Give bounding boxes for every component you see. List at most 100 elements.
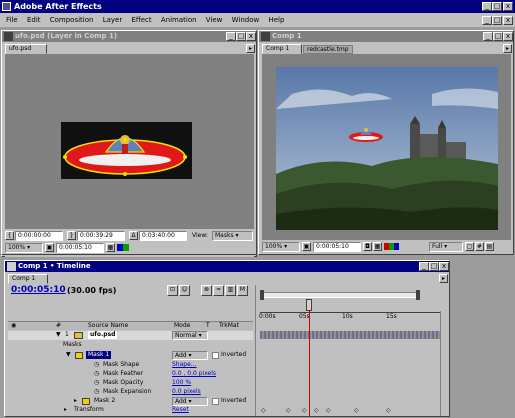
comp-channel-icon[interactable]: ▦ [373,242,382,251]
app-maximize-button[interactable]: □ [492,2,502,11]
stopwatch-icon[interactable]: ◷ [94,370,99,378]
time-navigator[interactable] [260,292,420,298]
layer-window-titlebar[interactable]: ufo.psd (Layer in Comp 1) [2,31,256,42]
twirl-icon[interactable]: ▼ [56,331,61,339]
prop-mask-shape[interactable]: ◷ Mask Shape Shape... [8,361,253,370]
tab-ufo-psd[interactable]: ufo.psd [5,44,47,54]
layer-mode-select[interactable]: Normal ▾ [172,331,208,340]
comp-window-titlebar[interactable]: Comp 1 [259,31,513,42]
menu-window[interactable]: Window [232,13,260,27]
transform-row[interactable]: ▸ Transform Reset [8,406,253,415]
duration-field[interactable]: 0:03:40:00 [139,231,187,241]
comp-camera-icon[interactable]: ◘ [363,242,372,251]
mask-1-name[interactable]: Mask 1 [86,351,112,359]
transform-reset-link[interactable]: Reset [172,406,189,414]
menu-restore-button[interactable]: □ [492,16,502,25]
layer-snapshot-icon[interactable]: ▣ [45,243,54,252]
menu-minimize-button[interactable]: _ [482,16,492,25]
graph-icon[interactable]: ▥ [225,285,236,296]
comp-current-time[interactable]: 0:00:05:10 [313,242,361,252]
layer-duration-bar[interactable] [260,331,440,339]
current-time-indicator[interactable] [309,310,310,416]
stopwatch-icon[interactable]: ◷ [94,388,99,396]
motion-blur-icon[interactable]: ≈ [213,285,224,296]
comp-snapshot-icon[interactable]: ▣ [302,242,311,251]
comp-region-icon[interactable]: ▢ [465,242,474,251]
out-time-field[interactable]: 0:00:39:29 [77,231,125,241]
comp-marker-icon[interactable]: ⊡ [167,285,178,296]
keyframe-icon[interactable]: ◇ [302,407,307,415]
layer-name[interactable]: ufo.psd [88,331,118,339]
keyframe-icon[interactable]: ◇ [286,407,291,415]
comp-zoom-select[interactable]: 100% ▾ [262,242,300,252]
layer-current-time[interactable]: 0:00:05:10 [56,243,104,253]
mask-2-row[interactable]: ▸ Mask 2 Add ▾ Inverted [8,397,253,406]
timeline-titlebar[interactable]: Comp 1 • Timeline [5,261,449,272]
layer-region-icon[interactable]: ▦ [106,243,115,252]
tab-comp-1[interactable]: Comp 1 [262,44,302,54]
layer-window-close[interactable]: x [246,32,256,41]
menu-layer[interactable]: Layer [103,13,123,27]
menu-file[interactable]: File [6,13,18,27]
comp-pixel-aspect-icon[interactable]: ▤ [485,242,494,251]
timeline-maximize[interactable]: □ [429,262,439,271]
timeline-current-time[interactable]: 0:00:05:10 [11,285,66,296]
stopwatch-icon[interactable]: ◷ [94,379,99,387]
timeline-track-area[interactable]: 0:00s 05s 10s 15s ◇ ◇ ◇ ◇ ◇ ◇ ◇ [255,285,448,416]
menu-help[interactable]: Help [268,13,284,27]
menu-effect[interactable]: Effect [131,13,151,27]
set-out-point-button[interactable]: } [67,231,76,240]
work-area-end[interactable] [440,311,441,416]
menu-composition[interactable]: Composition [50,13,94,27]
timeline-minimize[interactable]: _ [419,262,429,271]
prop-mask-opacity[interactable]: ◷ Mask Opacity 100 % [8,379,253,388]
mask-1-row[interactable]: ▼ Mask 1 Add ▾ Inverted [8,351,253,360]
tab-timeline-comp-1[interactable]: Comp 1 [8,274,48,284]
keyframe-icon[interactable]: ◇ [314,407,319,415]
keyframe-icon[interactable]: ◇ [386,407,391,415]
in-time-field[interactable]: 0:00:00:00 [15,231,63,241]
masks-label[interactable]: Masks [63,341,82,349]
menu-edit[interactable]: Edit [27,13,41,27]
comp-window-minimize[interactable]: _ [483,32,493,41]
layer-window-menu-button[interactable]: ▸ [246,44,255,53]
comp-grid-icon[interactable]: # [475,242,484,251]
prop-value[interactable]: 0.0 pixels [172,388,201,396]
layer-zoom-select[interactable]: 100% ▾ [5,243,43,253]
set-in-point-button[interactable]: { [5,231,14,240]
markers-icon[interactable]: M [237,285,248,296]
time-navigator-end[interactable] [416,290,420,300]
frame-blend-icon[interactable]: ⊗ [201,285,212,296]
app-minimize-button[interactable]: _ [482,2,492,11]
mask-2-name[interactable]: Mask 2 [94,397,115,405]
layer-window-minimize[interactable]: _ [226,32,236,41]
tab-redcastle[interactable]: redcastle.tmp [303,45,353,54]
comp-window-close[interactable]: x [503,32,513,41]
keyframe-icon[interactable]: ◇ [326,407,331,415]
prop-value[interactable]: Shape... [172,361,197,369]
mask-1-mode-select[interactable]: Add ▾ [172,351,208,360]
app-close-button[interactable]: x [503,2,513,11]
mask-1-inverted-checkbox[interactable] [212,352,219,359]
layer-row-ufo[interactable]: ▼ 1 ufo.psd Normal ▾ [8,331,253,340]
comp-window-menu-button[interactable]: ▸ [503,44,512,53]
layer-window-maximize[interactable]: □ [236,32,246,41]
menu-close-button[interactable]: x [503,16,513,25]
view-select[interactable]: Masks ▾ [212,231,253,241]
menu-view[interactable]: View [206,13,223,27]
keyframe-icon[interactable]: ◇ [354,407,359,415]
prop-value[interactable]: 0.0 , 0.0 pixels [172,370,216,378]
mask-2-mode-select[interactable]: Add ▾ [172,397,208,406]
timeline-close[interactable]: x [439,262,449,271]
resolution-select[interactable]: Full ▾ [429,242,463,252]
shy-layers-icon[interactable]: ☺ [179,285,190,296]
transform-twirl-icon[interactable]: ▸ [64,406,67,414]
stopwatch-icon[interactable]: ◷ [94,361,99,369]
menu-animation[interactable]: Animation [161,13,197,27]
timeline-menu-button[interactable]: ▸ [439,274,448,283]
comp-window-maximize[interactable]: □ [493,32,503,41]
mask-1-twirl-icon[interactable]: ▼ [66,351,71,359]
prop-mask-feather[interactable]: ◷ Mask Feather 0.0 , 0.0 pixels [8,370,253,379]
time-navigator-start[interactable] [260,290,264,300]
prop-value[interactable]: 100 % [172,379,191,387]
